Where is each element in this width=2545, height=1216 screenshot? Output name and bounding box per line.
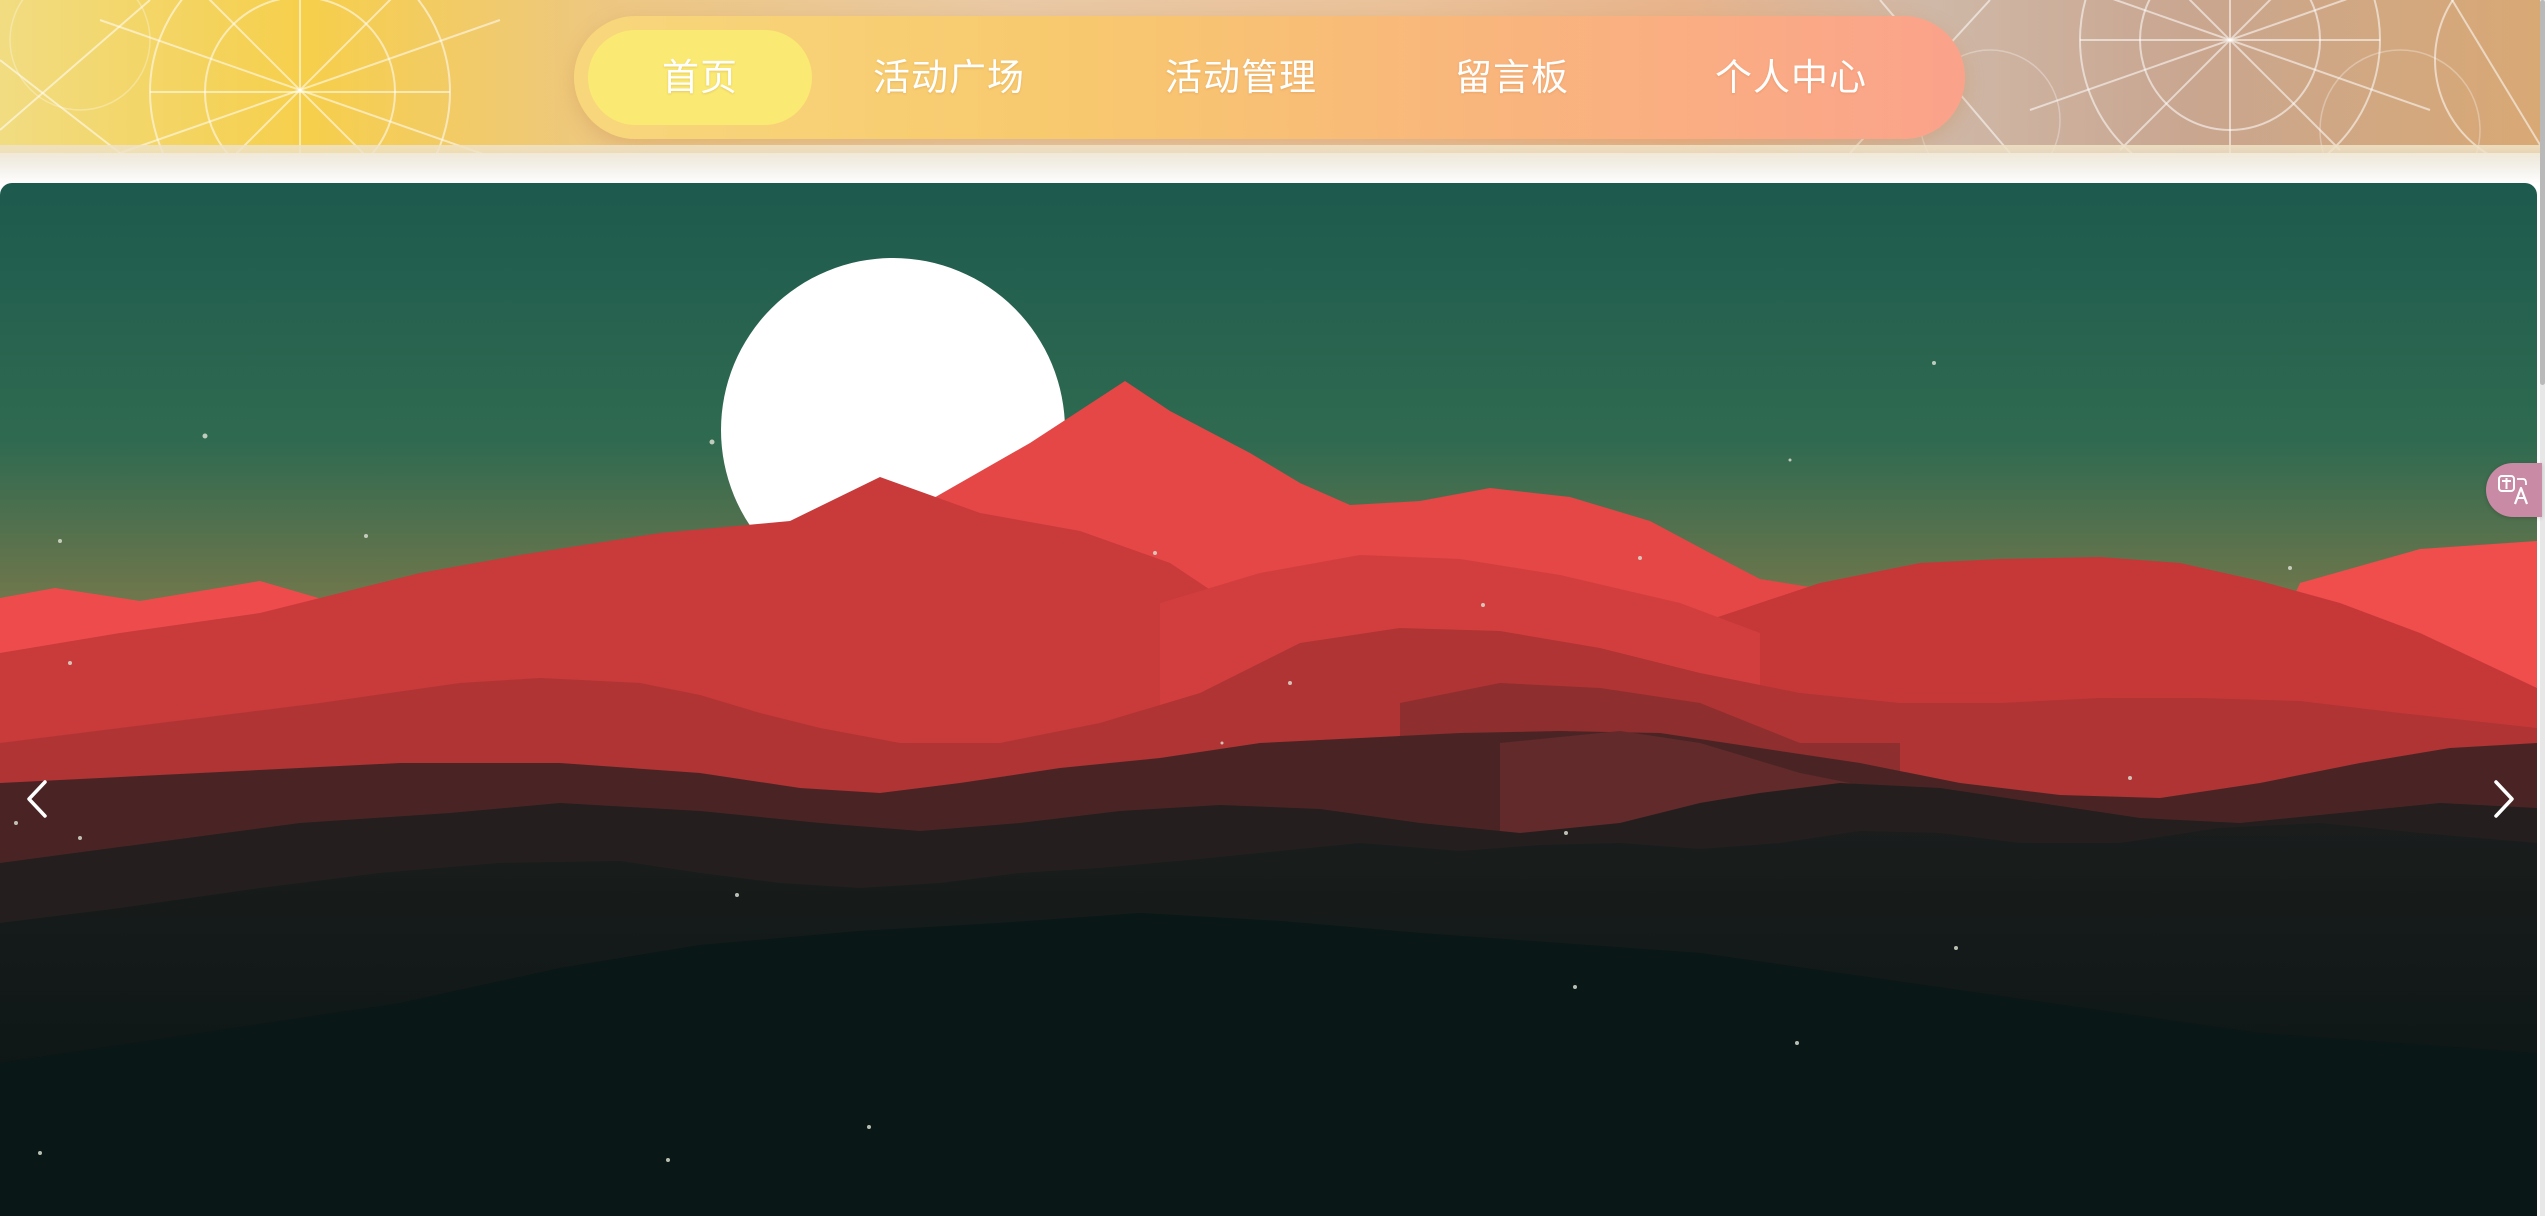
chevron-left-icon — [27, 780, 47, 818]
nav-item-message-board[interactable]: 留言板 — [1422, 30, 1602, 125]
header-banner: 首页 活动广场 活动管理 留言板 个人中心 — [0, 0, 2545, 153]
translate-icon — [2498, 475, 2529, 505]
carousel-slide-image — [0, 183, 2537, 1216]
carousel[interactable] — [0, 183, 2537, 1216]
carousel-next-button[interactable] — [2473, 749, 2537, 849]
chevron-right-icon — [2494, 780, 2514, 818]
nav-item-activity-square[interactable]: 活动广场 — [844, 30, 1054, 125]
main-nav: 首页 活动广场 活动管理 留言板 个人中心 — [574, 16, 1965, 139]
header-fade — [0, 145, 2545, 185]
scrollbar-track[interactable] — [2540, 0, 2545, 1216]
nav-item-personal-center[interactable]: 个人中心 — [1686, 30, 1896, 125]
nav-item-home[interactable]: 首页 — [588, 30, 812, 125]
scrollbar-thumb[interactable] — [2540, 0, 2545, 385]
carousel-prev-button[interactable] — [4, 749, 68, 849]
translate-button[interactable] — [2486, 463, 2542, 517]
nav-item-activity-management[interactable]: 活动管理 — [1136, 30, 1346, 125]
